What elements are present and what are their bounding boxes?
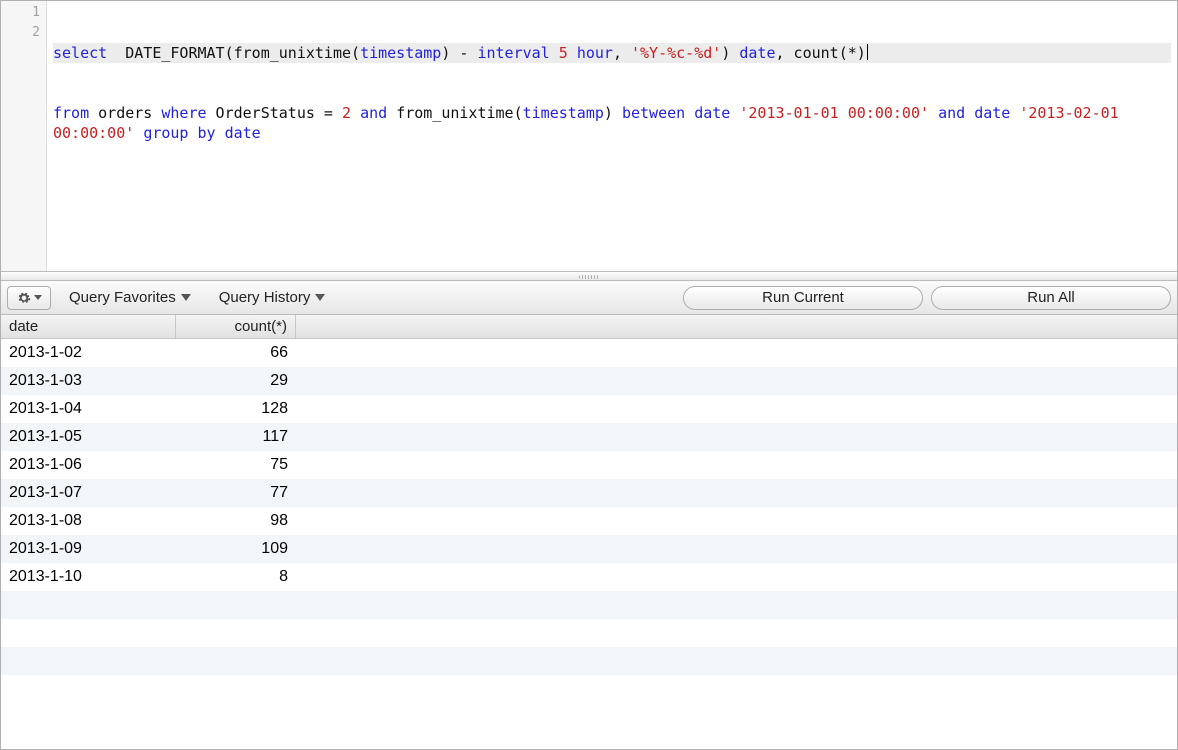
cell-count: 109 (176, 540, 296, 558)
table-row[interactable]: 2013-1-0898 (1, 507, 1177, 535)
cell-date: 2013-1-08 (1, 512, 176, 530)
query-history-label: Query History (219, 289, 311, 306)
code-area[interactable]: select DATE_FORMAT(from_unixtime(timesta… (47, 1, 1177, 185)
cell-date: 2013-1-02 (1, 344, 176, 362)
cell-date: 2013-1-05 (1, 428, 176, 446)
table-row[interactable]: 2013-1-0266 (1, 339, 1177, 367)
cell-date: 2013-1-10 (1, 568, 176, 586)
line-number: 1 (1, 3, 46, 23)
query-favorites-menu[interactable]: Query Favorites (59, 289, 201, 306)
query-favorites-label: Query Favorites (69, 289, 176, 306)
results-header: date count(*) (1, 315, 1177, 339)
cell-date: 2013-1-03 (1, 372, 176, 390)
run-current-button[interactable]: Run Current (683, 286, 923, 310)
chevron-down-icon (181, 294, 191, 301)
table-row[interactable]: 2013-1-0777 (1, 479, 1177, 507)
run-all-button[interactable]: Run All (931, 286, 1171, 310)
sql-editor[interactable]: 1 2 select DATE_FORMAT(from_unixtime(tim… (1, 1, 1177, 271)
table-row[interactable]: 2013-1-0329 (1, 367, 1177, 395)
cell-count: 98 (176, 512, 296, 530)
cell-date: 2013-1-06 (1, 456, 176, 474)
code-line[interactable]: from orders where OrderStatus = 2 and fr… (53, 103, 1171, 143)
cell-count: 117 (176, 428, 296, 446)
chevron-down-icon (34, 295, 42, 300)
gear-menu-button[interactable] (7, 286, 51, 310)
cell-date: 2013-1-04 (1, 400, 176, 418)
table-row[interactable]: 2013-1-05117 (1, 423, 1177, 451)
table-row[interactable]: 2013-1-108 (1, 563, 1177, 591)
cell-count: 29 (176, 372, 296, 390)
code-line[interactable]: select DATE_FORMAT(from_unixtime(timesta… (53, 43, 1171, 63)
line-number-gutter: 1 2 (1, 1, 47, 271)
cell-count: 75 (176, 456, 296, 474)
line-number: 2 (1, 23, 46, 43)
table-row[interactable]: 2013-1-0675 (1, 451, 1177, 479)
column-header-count[interactable]: count(*) (176, 315, 296, 338)
chevron-down-icon (315, 294, 325, 301)
table-row-empty (1, 591, 1177, 619)
table-row-empty (1, 647, 1177, 675)
column-header-date[interactable]: date (1, 315, 176, 338)
table-row[interactable]: 2013-1-09109 (1, 535, 1177, 563)
results-grid[interactable]: 2013-1-02662013-1-03292013-1-041282013-1… (1, 339, 1177, 675)
horizontal-splitter[interactable] (1, 271, 1177, 281)
gear-icon (17, 291, 31, 305)
cell-count: 77 (176, 484, 296, 502)
cell-date: 2013-1-09 (1, 540, 176, 558)
cell-count: 128 (176, 400, 296, 418)
table-row[interactable]: 2013-1-04128 (1, 395, 1177, 423)
cell-count: 66 (176, 344, 296, 362)
query-history-menu[interactable]: Query History (209, 289, 336, 306)
query-toolbar: Query Favorites Query History Run Curren… (1, 281, 1177, 315)
cell-date: 2013-1-07 (1, 484, 176, 502)
cell-count: 8 (176, 568, 296, 586)
table-row-empty (1, 619, 1177, 647)
